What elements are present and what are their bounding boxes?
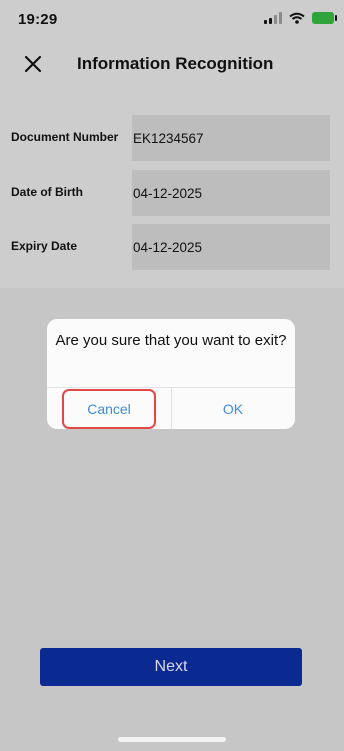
status-time: 19:29 — [18, 11, 58, 28]
document-number-row: Document Number EK1234567 — [0, 115, 344, 161]
signal-icon — [264, 12, 282, 24]
document-number-label: Document Number — [11, 130, 119, 144]
expiry-date-field[interactable]: 04-12-2025 — [132, 224, 330, 270]
expiry-date-label: Expiry Date — [11, 239, 78, 253]
battery-icon — [312, 12, 337, 24]
status-bar: 19:29 — [0, 0, 344, 40]
exit-confirmation-dialog: Are you sure that you want to exit? Canc… — [47, 319, 295, 429]
home-indicator — [118, 737, 226, 742]
close-icon — [24, 55, 42, 73]
close-button[interactable] — [21, 52, 45, 76]
date-of-birth-label: Date of Birth — [11, 185, 83, 199]
document-number-field[interactable]: EK1234567 — [132, 115, 330, 161]
dialog-message: Are you sure that you want to exit? — [55, 332, 287, 349]
date-of-birth-field[interactable]: 04-12-2025 — [132, 170, 330, 216]
ok-button[interactable]: OK — [171, 388, 295, 429]
expiry-date-row: Expiry Date 04-12-2025 — [0, 224, 344, 270]
page-title: Information Recognition — [77, 54, 274, 73]
wifi-icon — [289, 12, 305, 24]
status-icons — [264, 12, 337, 24]
app-header: Information Recognition — [0, 44, 344, 86]
date-of-birth-row: Date of Birth 04-12-2025 — [0, 170, 344, 216]
cancel-button[interactable]: Cancel — [47, 388, 171, 429]
form-area: 19:29 Information Recognition Document N… — [0, 0, 344, 288]
next-button[interactable]: Next — [40, 648, 302, 686]
